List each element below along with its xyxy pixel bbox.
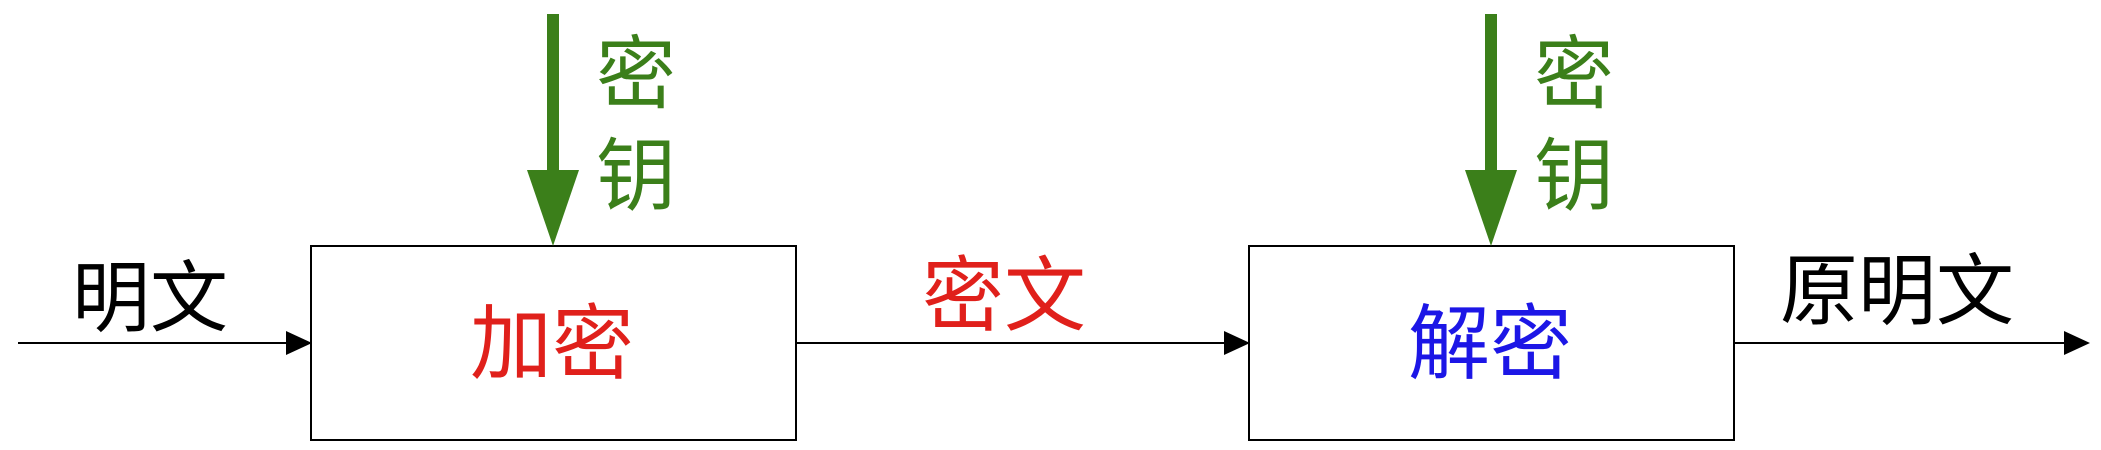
decrypt-key-label-char-2: 钥 (1534, 130, 1614, 223)
encrypt-box-label: 加密 (470, 297, 634, 392)
ciphertext-arrowhead (1224, 331, 1250, 355)
decrypt-box-label: 解密 (1408, 297, 1572, 392)
encryption-flow-diagram: 明文 加密 密文 解密 原明文 密 钥 密 钥 (18, 14, 2090, 441)
decrypt-key-arrowhead (1465, 170, 1517, 246)
encrypt-key-label-char-2: 钥 (596, 130, 676, 223)
ciphertext-label: 密文 (922, 249, 1086, 344)
plaintext-input-arrowhead (286, 331, 312, 355)
output-arrowhead (2064, 331, 2090, 355)
decrypt-key-arrow-shaft (1485, 14, 1497, 174)
plaintext-label: 明文 (72, 254, 228, 344)
decrypt-key-label-char-1: 密 (1534, 28, 1614, 121)
encrypt-key-arrow-shaft (547, 14, 559, 174)
encrypt-key-arrowhead (527, 170, 579, 246)
encrypt-key-label-char-1: 密 (596, 28, 676, 121)
recovered-plaintext-label: 原明文 (1780, 247, 2014, 337)
